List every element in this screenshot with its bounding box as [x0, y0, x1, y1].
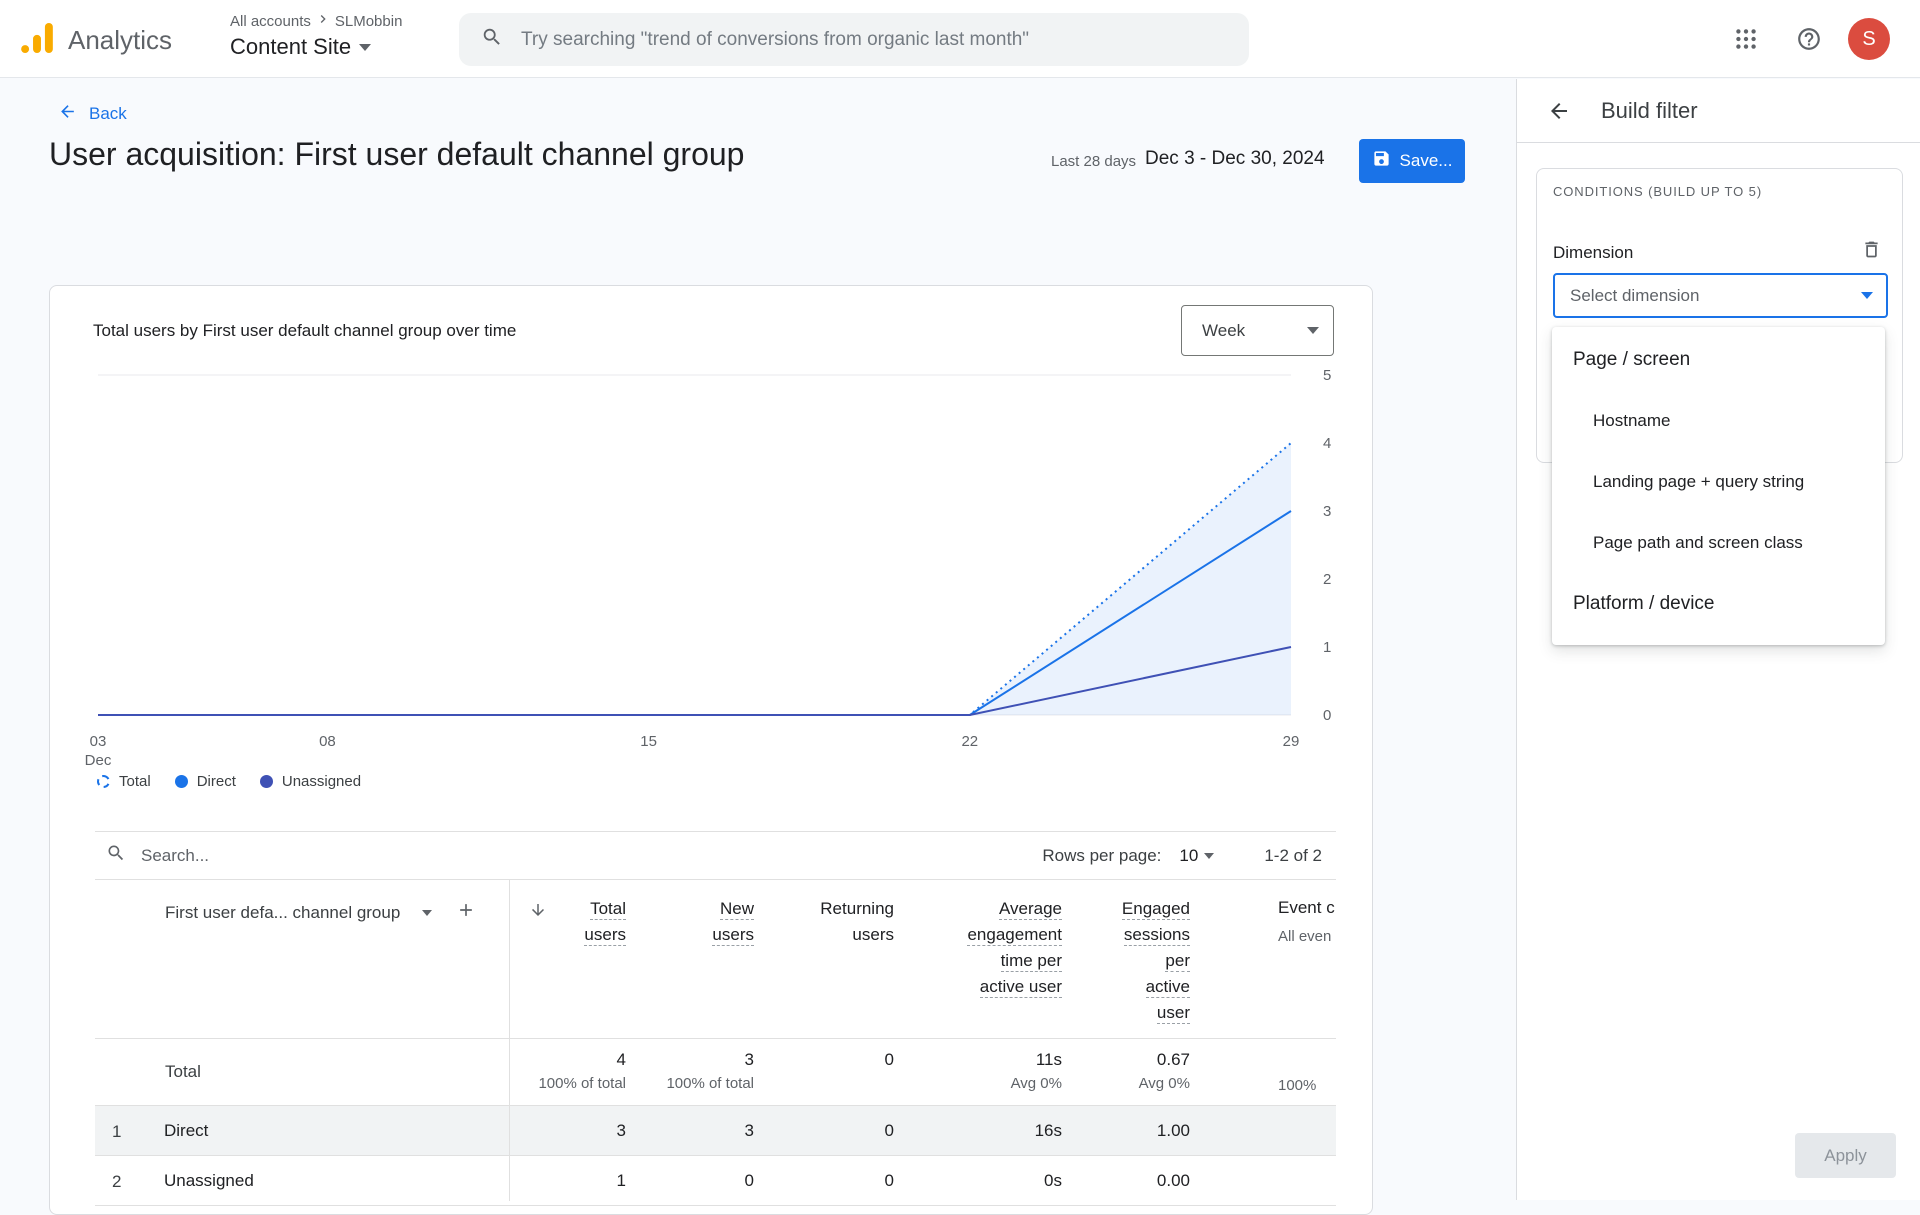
dimension-dropdown: Page / screen Hostname Landing page + qu… — [1552, 327, 1885, 645]
save-button[interactable]: Save... — [1359, 139, 1465, 183]
dropdown-option-landing-page[interactable]: Landing page + query string — [1552, 451, 1885, 512]
column-header-engaged-sessions[interactable]: Engaged sessions per active user — [1030, 896, 1190, 1026]
returning-users-total: 0 — [884, 1050, 894, 1069]
y-tick-label: 1 — [1323, 639, 1332, 656]
app-topbar: Analytics All accounts SLMobbin Content … — [0, 0, 1920, 78]
table-toolbar: Rows per page: 10 1-2 of 2 — [95, 831, 1336, 880]
table-row-direct[interactable]: 1 Direct 3 3 0 16s 1.00 — [95, 1106, 1336, 1156]
x-tick-label: 22 — [961, 733, 979, 750]
dropdown-option-hostname[interactable]: Hostname — [1552, 390, 1885, 451]
granularity-select[interactable]: Week — [1181, 305, 1334, 356]
chart-legend: Total Direct Unassigned — [97, 773, 361, 790]
chart-x-axis: 03 Dec 08 15 22 29 — [85, 732, 1300, 776]
y-tick-label: 0 — [1323, 707, 1332, 724]
account-switcher[interactable]: All accounts SLMobbin Content Site — [230, 11, 402, 60]
pagination-status: 1-2 of 2 — [1264, 845, 1322, 865]
y-tick-label: 2 — [1323, 571, 1332, 588]
table-row-unassigned[interactable]: 2 Unassigned 1 0 0 0s 0.00 — [95, 1156, 1336, 1206]
apps-grid-icon[interactable] — [1733, 26, 1759, 57]
breadcrumb-all-accounts[interactable]: All accounts — [230, 13, 311, 30]
dropdown-group-page-screen[interactable]: Page / screen — [1552, 329, 1885, 390]
avatar-initial: S — [1862, 27, 1876, 50]
dropdown-group-platform-device[interactable]: Platform / device — [1552, 573, 1885, 634]
global-search-input[interactable] — [521, 28, 1227, 51]
column-header-returning-users[interactable]: Returning users — [734, 896, 894, 948]
breadcrumb-org[interactable]: SLMobbin — [335, 13, 403, 30]
rows-per-page-select[interactable]: 10 — [1179, 846, 1215, 866]
table-search-input[interactable] — [141, 845, 441, 866]
save-icon — [1372, 149, 1391, 173]
x-tick-label: 15 — [640, 733, 657, 750]
table-total-row: Total 4 100% of total 3 100% of total 0 … — [95, 1039, 1336, 1106]
table-header-row: First user defa... channel group Total u… — [95, 880, 1336, 1039]
table-column-divider — [509, 880, 510, 1201]
new-users-total: 3 100% of total — [666, 1050, 754, 1092]
report-card: Total users by First user default channe… — [49, 285, 1373, 1215]
dimension-select[interactable]: Select dimension — [1553, 273, 1888, 318]
avatar[interactable]: S — [1848, 18, 1890, 60]
granularity-value: Week — [1202, 320, 1246, 340]
column-header-new-users[interactable]: New users — [594, 896, 754, 948]
chevron-down-icon — [1861, 292, 1873, 299]
help-icon[interactable] — [1796, 26, 1822, 57]
chart-title: Total users by First user default channe… — [93, 321, 517, 340]
channel-group-table: Rows per page: 10 1-2 of 2 First user de… — [95, 831, 1336, 1206]
chevron-down-icon — [359, 43, 372, 51]
back-label: Back — [89, 104, 127, 123]
y-tick-label: 4 — [1323, 435, 1332, 452]
date-range-picker[interactable]: Dec 3 - Dec 30, 2024 — [1145, 148, 1325, 170]
panel-title: Build filter — [1601, 98, 1698, 123]
total-row-label: Total — [165, 1062, 201, 1081]
analytics-logo-icon — [18, 19, 56, 62]
product-name: Analytics — [68, 25, 173, 55]
global-search[interactable] — [459, 13, 1249, 66]
dimension-column-header[interactable]: First user defa... channel group — [165, 900, 476, 925]
x-tick-label: 03 Dec — [84, 733, 112, 769]
engaged-sessions-total: 0.67 Avg 0% — [1138, 1050, 1190, 1092]
legend-item-total: Total — [97, 773, 151, 790]
chevron-right-icon — [315, 11, 331, 31]
legend-item-direct: Direct — [174, 773, 236, 790]
apply-button[interactable]: Apply — [1795, 1133, 1896, 1178]
line-chart — [98, 374, 1292, 716]
search-icon — [481, 26, 503, 53]
total-series-swatch — [97, 775, 110, 788]
date-preset-label: Last 28 days — [1051, 153, 1137, 170]
x-tick-label: 29 — [1282, 733, 1300, 750]
chevron-down-icon — [1307, 327, 1319, 334]
dimension-select-value: Select dimension — [1570, 285, 1700, 305]
y-tick-label: 3 — [1323, 503, 1332, 520]
direct-series-swatch — [174, 775, 188, 788]
column-header-event-count[interactable]: Event c All even — [1278, 896, 1335, 949]
x-tick-label: 08 — [319, 733, 336, 750]
save-label: Save... — [1399, 151, 1453, 170]
chevron-down-icon — [1204, 852, 1215, 859]
analytics-logo[interactable]: Analytics — [18, 19, 172, 62]
delete-condition-icon[interactable] — [1861, 239, 1882, 265]
chevron-down-icon — [422, 909, 433, 916]
dimension-label: Dimension — [1553, 243, 1634, 262]
chart-y-axis: 0 1 2 3 4 5 — [1312, 367, 1352, 724]
event-count-total: 100% — [1278, 1077, 1317, 1094]
y-tick-label: 5 — [1323, 367, 1332, 384]
breadcrumb: All accounts SLMobbin — [230, 11, 402, 31]
page-title: User acquisition: First user default cha… — [49, 136, 745, 172]
rows-per-page-label: Rows per page: — [1042, 845, 1162, 865]
back-link[interactable]: Back — [58, 102, 127, 126]
property-name[interactable]: Content Site — [230, 34, 351, 60]
arrow-back-icon[interactable] — [1547, 99, 1571, 128]
dropdown-option-page-path[interactable]: Page path and screen class — [1552, 512, 1885, 573]
unassigned-series-swatch — [259, 775, 273, 788]
legend-item-unassigned: Unassigned — [259, 773, 361, 790]
build-filter-panel: Build filter CONDITIONS (BUILD UP TO 5) … — [1516, 79, 1920, 1200]
conditions-label: CONDITIONS (BUILD UP TO 5) — [1553, 184, 1763, 199]
panel-header: Build filter — [1517, 79, 1920, 143]
search-icon — [106, 843, 126, 868]
arrow-back-icon — [58, 102, 77, 126]
